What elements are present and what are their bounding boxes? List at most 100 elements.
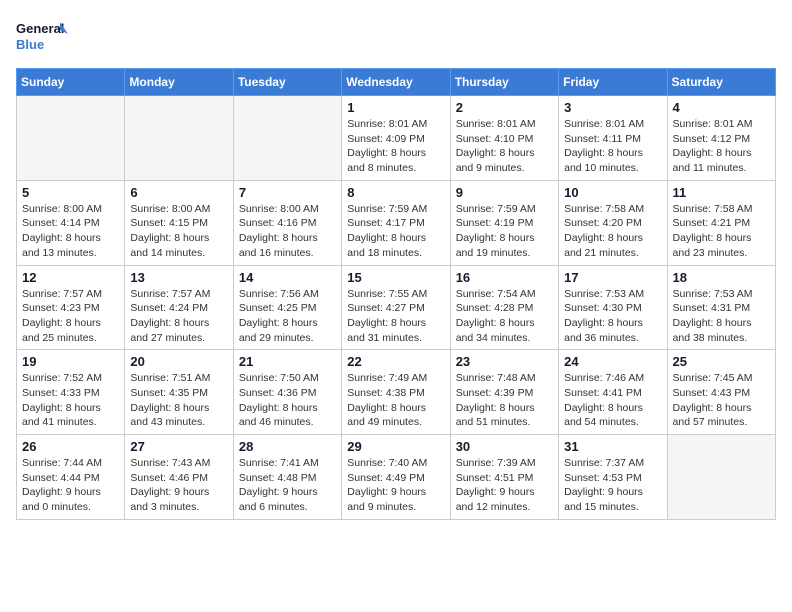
day-info: Sunrise: 7:43 AM Sunset: 4:46 PM Dayligh… xyxy=(130,456,227,515)
calendar-table: SundayMondayTuesdayWednesdayThursdayFrid… xyxy=(16,68,776,520)
day-info: Sunrise: 7:50 AM Sunset: 4:36 PM Dayligh… xyxy=(239,371,336,430)
day-number: 16 xyxy=(456,270,553,285)
calendar-cell: 30 Sunrise: 7:39 AM Sunset: 4:51 PM Dayli… xyxy=(450,435,558,520)
day-info: Sunrise: 7:49 AM Sunset: 4:38 PM Dayligh… xyxy=(347,371,444,430)
logo-icon: General Blue xyxy=(16,16,68,56)
calendar-cell: 7 Sunrise: 8:00 AM Sunset: 4:16 PM Daylig… xyxy=(233,180,341,265)
day-number: 15 xyxy=(347,270,444,285)
calendar-cell: 19 Sunrise: 7:52 AM Sunset: 4:33 PM Dayli… xyxy=(17,350,125,435)
day-info: Sunrise: 8:00 AM Sunset: 4:15 PM Dayligh… xyxy=(130,202,227,261)
day-number: 27 xyxy=(130,439,227,454)
day-info: Sunrise: 7:45 AM Sunset: 4:43 PM Dayligh… xyxy=(673,371,770,430)
day-number: 8 xyxy=(347,185,444,200)
day-number: 6 xyxy=(130,185,227,200)
weekday-header-friday: Friday xyxy=(559,69,667,96)
day-number: 3 xyxy=(564,100,661,115)
day-number: 24 xyxy=(564,354,661,369)
day-number: 12 xyxy=(22,270,119,285)
day-info: Sunrise: 7:44 AM Sunset: 4:44 PM Dayligh… xyxy=(22,456,119,515)
day-info: Sunrise: 8:00 AM Sunset: 4:16 PM Dayligh… xyxy=(239,202,336,261)
calendar-cell: 15 Sunrise: 7:55 AM Sunset: 4:27 PM Dayli… xyxy=(342,265,450,350)
svg-text:General: General xyxy=(16,21,64,36)
week-row-2: 12 Sunrise: 7:57 AM Sunset: 4:23 PM Dayli… xyxy=(17,265,776,350)
day-info: Sunrise: 7:55 AM Sunset: 4:27 PM Dayligh… xyxy=(347,287,444,346)
day-number: 17 xyxy=(564,270,661,285)
day-number: 1 xyxy=(347,100,444,115)
svg-text:Blue: Blue xyxy=(16,37,44,52)
calendar-cell xyxy=(667,435,775,520)
calendar-cell: 4 Sunrise: 8:01 AM Sunset: 4:12 PM Daylig… xyxy=(667,96,775,181)
day-number: 11 xyxy=(673,185,770,200)
day-info: Sunrise: 8:01 AM Sunset: 4:09 PM Dayligh… xyxy=(347,117,444,176)
calendar-cell: 23Sunrise: 7:48 AM Sunset: 4:39 PM Dayli… xyxy=(450,350,558,435)
day-info: Sunrise: 7:57 AM Sunset: 4:24 PM Dayligh… xyxy=(130,287,227,346)
calendar-cell: 20 Sunrise: 7:51 AM Sunset: 4:35 PM Dayli… xyxy=(125,350,233,435)
calendar-cell: 29 Sunrise: 7:40 AM Sunset: 4:49 PM Dayli… xyxy=(342,435,450,520)
day-number: 19 xyxy=(22,354,119,369)
calendar-cell: 16Sunrise: 7:54 AM Sunset: 4:28 PM Dayli… xyxy=(450,265,558,350)
day-number: 13 xyxy=(130,270,227,285)
day-info: Sunrise: 7:52 AM Sunset: 4:33 PM Dayligh… xyxy=(22,371,119,430)
calendar-cell xyxy=(17,96,125,181)
day-number: 10 xyxy=(564,185,661,200)
day-number: 18 xyxy=(673,270,770,285)
day-number: 20 xyxy=(130,354,227,369)
day-info: Sunrise: 7:53 AM Sunset: 4:30 PM Dayligh… xyxy=(564,287,661,346)
weekday-header-tuesday: Tuesday xyxy=(233,69,341,96)
day-info: Sunrise: 7:48 AM Sunset: 4:39 PM Dayligh… xyxy=(456,371,553,430)
weekday-header-row: SundayMondayTuesdayWednesdayThursdayFrid… xyxy=(17,69,776,96)
day-info: Sunrise: 8:00 AM Sunset: 4:14 PM Dayligh… xyxy=(22,202,119,261)
day-info: Sunrise: 7:58 AM Sunset: 4:21 PM Dayligh… xyxy=(673,202,770,261)
calendar-cell: 21Sunrise: 7:50 AM Sunset: 4:36 PM Dayli… xyxy=(233,350,341,435)
day-info: Sunrise: 7:53 AM Sunset: 4:31 PM Dayligh… xyxy=(673,287,770,346)
day-info: Sunrise: 7:37 AM Sunset: 4:53 PM Dayligh… xyxy=(564,456,661,515)
calendar-cell: 9Sunrise: 7:59 AM Sunset: 4:19 PM Daylig… xyxy=(450,180,558,265)
day-number: 14 xyxy=(239,270,336,285)
day-info: Sunrise: 8:01 AM Sunset: 4:10 PM Dayligh… xyxy=(456,117,553,176)
day-info: Sunrise: 8:01 AM Sunset: 4:11 PM Dayligh… xyxy=(564,117,661,176)
weekday-header-wednesday: Wednesday xyxy=(342,69,450,96)
day-number: 29 xyxy=(347,439,444,454)
day-number: 31 xyxy=(564,439,661,454)
week-row-4: 26 Sunrise: 7:44 AM Sunset: 4:44 PM Dayli… xyxy=(17,435,776,520)
calendar-cell xyxy=(233,96,341,181)
day-info: Sunrise: 7:57 AM Sunset: 4:23 PM Dayligh… xyxy=(22,287,119,346)
day-info: Sunrise: 7:59 AM Sunset: 4:17 PM Dayligh… xyxy=(347,202,444,261)
day-info: Sunrise: 7:41 AM Sunset: 4:48 PM Dayligh… xyxy=(239,456,336,515)
weekday-header-thursday: Thursday xyxy=(450,69,558,96)
week-row-0: 1 Sunrise: 8:01 AM Sunset: 4:09 PM Daylig… xyxy=(17,96,776,181)
calendar-cell: 12 Sunrise: 7:57 AM Sunset: 4:23 PM Dayli… xyxy=(17,265,125,350)
day-info: Sunrise: 7:39 AM Sunset: 4:51 PM Dayligh… xyxy=(456,456,553,515)
calendar-cell: 10Sunrise: 7:58 AM Sunset: 4:20 PM Dayli… xyxy=(559,180,667,265)
logo: General Blue xyxy=(16,16,68,56)
week-row-1: 5Sunrise: 8:00 AM Sunset: 4:14 PM Daylig… xyxy=(17,180,776,265)
calendar-cell: 27 Sunrise: 7:43 AM Sunset: 4:46 PM Dayli… xyxy=(125,435,233,520)
weekday-header-sunday: Sunday xyxy=(17,69,125,96)
calendar-cell: 8 Sunrise: 7:59 AM Sunset: 4:17 PM Daylig… xyxy=(342,180,450,265)
calendar-cell: 26 Sunrise: 7:44 AM Sunset: 4:44 PM Dayli… xyxy=(17,435,125,520)
calendar-cell: 1 Sunrise: 8:01 AM Sunset: 4:09 PM Daylig… xyxy=(342,96,450,181)
day-info: Sunrise: 7:56 AM Sunset: 4:25 PM Dayligh… xyxy=(239,287,336,346)
calendar-cell: 3 Sunrise: 8:01 AM Sunset: 4:11 PM Daylig… xyxy=(559,96,667,181)
calendar-cell: 22 Sunrise: 7:49 AM Sunset: 4:38 PM Dayli… xyxy=(342,350,450,435)
calendar-cell xyxy=(125,96,233,181)
day-info: Sunrise: 8:01 AM Sunset: 4:12 PM Dayligh… xyxy=(673,117,770,176)
calendar-cell: 11 Sunrise: 7:58 AM Sunset: 4:21 PM Dayli… xyxy=(667,180,775,265)
calendar-cell: 13 Sunrise: 7:57 AM Sunset: 4:24 PM Dayli… xyxy=(125,265,233,350)
day-number: 28 xyxy=(239,439,336,454)
week-row-3: 19 Sunrise: 7:52 AM Sunset: 4:33 PM Dayli… xyxy=(17,350,776,435)
calendar-cell: 28 Sunrise: 7:41 AM Sunset: 4:48 PM Dayli… xyxy=(233,435,341,520)
calendar-cell: 17 Sunrise: 7:53 AM Sunset: 4:30 PM Dayli… xyxy=(559,265,667,350)
day-number: 9 xyxy=(456,185,553,200)
day-info: Sunrise: 7:51 AM Sunset: 4:35 PM Dayligh… xyxy=(130,371,227,430)
day-number: 7 xyxy=(239,185,336,200)
day-number: 22 xyxy=(347,354,444,369)
day-number: 2 xyxy=(456,100,553,115)
calendar-cell: 25Sunrise: 7:45 AM Sunset: 4:43 PM Dayli… xyxy=(667,350,775,435)
day-number: 30 xyxy=(456,439,553,454)
day-number: 26 xyxy=(22,439,119,454)
day-number: 4 xyxy=(673,100,770,115)
calendar-cell: 5Sunrise: 8:00 AM Sunset: 4:14 PM Daylig… xyxy=(17,180,125,265)
day-info: Sunrise: 7:40 AM Sunset: 4:49 PM Dayligh… xyxy=(347,456,444,515)
weekday-header-saturday: Saturday xyxy=(667,69,775,96)
